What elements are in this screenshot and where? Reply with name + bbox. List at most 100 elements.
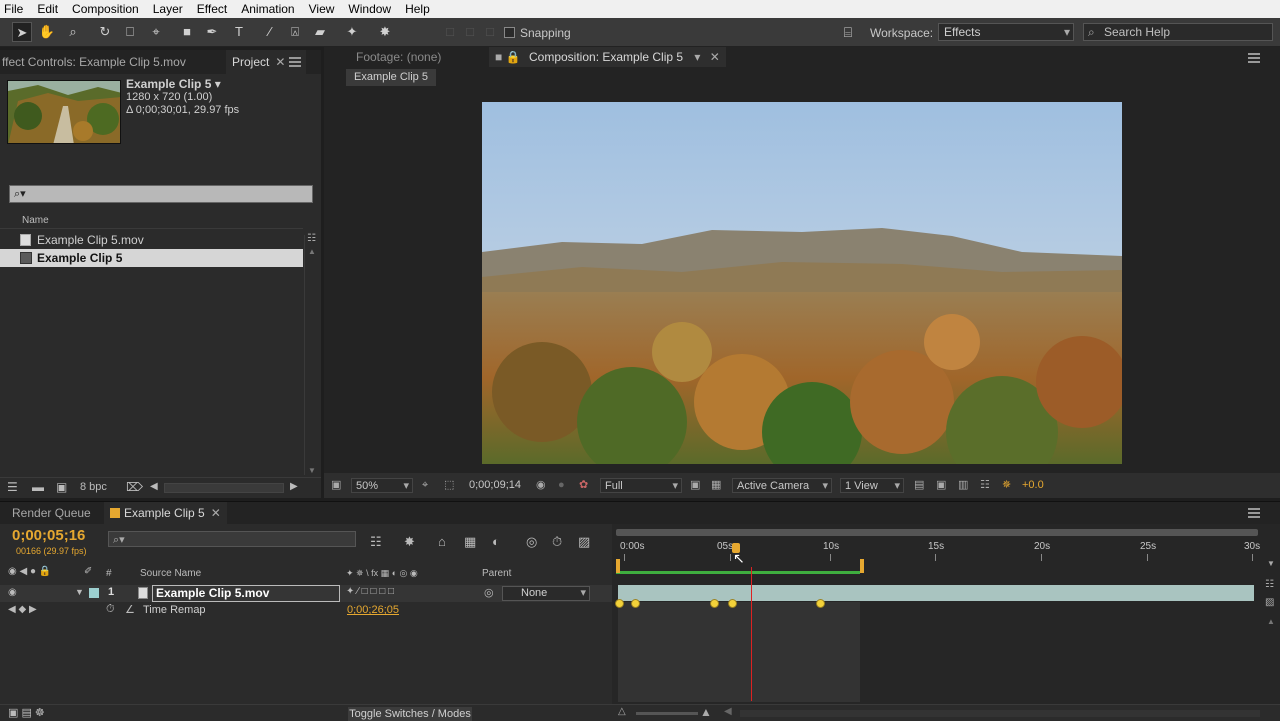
- zoom-in-icon[interactable]: ▲: [700, 705, 712, 719]
- scroll-up-icon[interactable]: ▲: [1267, 617, 1275, 626]
- graph-editor-icon[interactable]: ▨: [1265, 597, 1274, 608]
- breadcrumb[interactable]: Example Clip 5: [346, 69, 436, 86]
- flowchart-icon[interactable]: ☷: [307, 233, 316, 244]
- menu-composition[interactable]: Composition: [72, 2, 139, 16]
- menu-edit[interactable]: Edit: [37, 2, 58, 16]
- graph-icon[interactable]: ∠: [125, 603, 135, 616]
- search-help-input[interactable]: ⌕ Search Help: [1083, 23, 1273, 41]
- tab-render-queue[interactable]: Render Queue: [6, 502, 97, 524]
- snapshot-icon[interactable]: ◉: [536, 478, 546, 493]
- timeline-right-scrollbar[interactable]: ▼ ☷ ▨ ▲: [1264, 559, 1278, 709]
- scroll-right-icon[interactable]: ▶: [290, 481, 298, 492]
- label-color-icon[interactable]: [89, 588, 99, 598]
- puppet-pin-tool-icon[interactable]: ✸: [375, 22, 395, 42]
- view-layout-dropdown[interactable]: 1 View ▾: [840, 478, 904, 493]
- hand-tool-icon[interactable]: ✋: [37, 22, 57, 42]
- expand-triangle-icon[interactable]: ▼: [75, 587, 84, 597]
- panel-menu-icon[interactable]: [1248, 53, 1260, 63]
- name-column-header[interactable]: Name: [0, 213, 303, 229]
- interpret-footage-icon[interactable]: ☰: [7, 480, 18, 494]
- source-name-header[interactable]: Source Name: [140, 568, 201, 579]
- timeline-icon[interactable]: ▥: [958, 478, 968, 493]
- close-icon[interactable]: ✕: [211, 506, 221, 520]
- time-ruler[interactable]: 0:00s 05s 10s 15s 20s 25s 30s ↖: [612, 524, 1280, 574]
- scroll-down-icon[interactable]: ▼: [308, 466, 316, 475]
- camera-dropdown[interactable]: Active Camera ▾: [732, 478, 832, 493]
- menu-window[interactable]: Window: [348, 2, 391, 16]
- fast-preview-toggle-icon[interactable]: ▣: [936, 478, 946, 493]
- keyframe-navigator-icon[interactable]: ◀ ◆ ▶: [8, 604, 37, 615]
- graph-editor-icon[interactable]: ▨: [578, 534, 590, 550]
- timeline-horizontal-scrollbar[interactable]: [740, 710, 1260, 717]
- selection-tool-icon[interactable]: ➤: [12, 22, 32, 42]
- work-area-bar[interactable]: [616, 529, 1258, 536]
- scroll-down-icon[interactable]: ▼: [1267, 559, 1275, 568]
- pick-whip-icon[interactable]: ◎: [484, 586, 494, 599]
- show-snapshot-icon[interactable]: ●: [558, 478, 565, 493]
- work-area-start-handle[interactable]: [616, 559, 620, 573]
- lock-icon[interactable]: ■ 🔒: [495, 47, 521, 67]
- close-icon[interactable]: ✕: [275, 55, 285, 69]
- parent-dropdown[interactable]: None ▾: [502, 586, 590, 601]
- keyframe-icon[interactable]: [631, 599, 640, 608]
- table-row[interactable]: ◉ ▼ 1 Example Clip 5.mov ✦ ∕ □ □ □ □ ◎ N…: [0, 585, 612, 602]
- keyframe-icon[interactable]: [615, 599, 624, 608]
- toggle-switches-modes-button[interactable]: Toggle Switches / Modes: [348, 707, 472, 721]
- current-time-display[interactable]: 0;00;09;14: [469, 478, 521, 493]
- work-area-end-handle[interactable]: [860, 559, 864, 573]
- menu-animation[interactable]: Animation: [241, 2, 294, 16]
- pan-behind-tool-icon[interactable]: ⌖: [146, 22, 166, 42]
- layer-search-input[interactable]: ⌕▾: [108, 531, 356, 547]
- keyframe-icon[interactable]: [710, 599, 719, 608]
- current-time-display[interactable]: 0;00;05;16: [12, 527, 85, 544]
- color-channels-icon[interactable]: ✿: [579, 478, 588, 493]
- list-item-footage[interactable]: Example Clip 5.mov: [0, 231, 303, 249]
- visibility-eye-icon[interactable]: ◉: [8, 587, 17, 598]
- resolution-dropdown[interactable]: Full ▾: [600, 478, 682, 493]
- panel-menu-icon[interactable]: [289, 57, 301, 67]
- layer-switches[interactable]: ✦ ∕ □ □ □ □: [346, 586, 394, 597]
- trash-icon[interactable]: ⌦: [126, 480, 143, 494]
- list-item-composition[interactable]: Example Clip 5: [0, 249, 303, 267]
- panel-menu-icon[interactable]: [1248, 508, 1260, 518]
- snapping-checkbox[interactable]: [504, 27, 515, 38]
- project-scrollbar[interactable]: ☷ ▲ ▼: [304, 233, 318, 475]
- hide-shy-layers-icon[interactable]: ⌂: [438, 534, 446, 549]
- menu-effect[interactable]: Effect: [197, 2, 227, 16]
- project-search-input[interactable]: ⌕▾: [9, 185, 313, 203]
- property-row[interactable]: ◀ ◆ ▶ ⏱ ∠ Time Remap 0;00;26;05: [0, 602, 612, 619]
- composition-viewer[interactable]: [324, 87, 1280, 473]
- keyframe-icon[interactable]: [728, 599, 737, 608]
- camera-tool-icon[interactable]: ⎕: [120, 22, 140, 42]
- bpc-toggle[interactable]: 8 bpc: [80, 481, 107, 493]
- close-icon[interactable]: ✕: [710, 50, 720, 64]
- reset-exposure-icon[interactable]: ✵: [1002, 478, 1011, 493]
- motion-blur-icon[interactable]: ◐: [492, 534, 500, 549]
- comp-mini-flowchart-icon[interactable]: ☷: [370, 534, 382, 550]
- eraser-tool-icon[interactable]: ▰: [310, 22, 330, 42]
- new-composition-icon[interactable]: ▣: [56, 480, 67, 494]
- zoom-slider[interactable]: [636, 712, 698, 715]
- zoom-dropdown[interactable]: 50% ▾: [351, 478, 413, 493]
- roto-brush-tool-icon[interactable]: ✦: [342, 22, 362, 42]
- tab-footage[interactable]: Footage: (none): [350, 47, 447, 67]
- keyframe-icon[interactable]: [816, 599, 825, 608]
- scroll-left-icon[interactable]: ◀: [150, 481, 158, 492]
- zoom-out-icon[interactable]: △: [618, 706, 626, 717]
- region-of-interest-icon[interactable]: ⬚: [444, 478, 454, 493]
- current-time-indicator-line[interactable]: [751, 567, 752, 701]
- chevron-down-icon[interactable]: ▾: [694, 50, 700, 64]
- clone-stamp-tool-icon[interactable]: ⍓: [285, 22, 305, 42]
- exposure-value[interactable]: +0.0: [1022, 478, 1044, 493]
- auto-keyframe-icon[interactable]: ⏱: [552, 534, 562, 550]
- workspace-dropdown[interactable]: Effects ▾: [938, 23, 1074, 41]
- safe-zones-icon[interactable]: ⌖: [422, 478, 428, 493]
- type-tool-icon[interactable]: T: [229, 22, 249, 42]
- timeline-graph[interactable]: 0:00s 05s 10s 15s 20s 25s 30s ↖ ▼ ☷ ▨ ▲: [612, 524, 1280, 721]
- always-preview-icon[interactable]: ▣: [331, 478, 341, 493]
- comp-button-icon[interactable]: ☷: [1265, 579, 1274, 590]
- rotate-tool-icon[interactable]: ↻: [95, 22, 115, 42]
- new-folder-icon[interactable]: ▬: [32, 480, 44, 494]
- fast-previews-icon[interactable]: ▣: [690, 478, 700, 493]
- menu-help[interactable]: Help: [405, 2, 430, 16]
